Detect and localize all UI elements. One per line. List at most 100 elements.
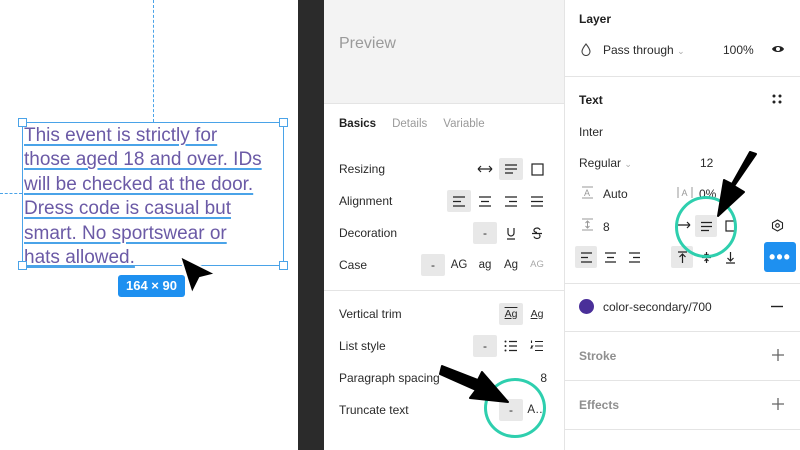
stroke-section-title: Stroke — [579, 349, 617, 363]
blend-mode-select[interactable]: Pass through ⌄ — [603, 43, 685, 57]
case-label: Case — [339, 258, 368, 272]
type-settings-icon[interactable] — [771, 219, 784, 232]
tab-details[interactable]: Details — [392, 118, 427, 130]
blend-mode-icon — [581, 43, 591, 56]
section-divider — [565, 283, 800, 284]
resizing-label: Resizing — [339, 162, 386, 176]
decoration-none-button[interactable]: - — [473, 222, 497, 244]
align-bottom-icon — [725, 251, 735, 264]
letter-spacing-icon: A — [677, 187, 693, 198]
bulleted-list-button[interactable] — [499, 335, 523, 357]
case-none-button[interactable]: - — [421, 254, 445, 276]
panel-divider — [298, 0, 324, 450]
opacity-value[interactable]: 100% — [723, 43, 754, 57]
paragraph-spacing-icon — [582, 218, 593, 231]
more-options-button[interactable]: ••• — [764, 242, 796, 272]
align-left-icon — [453, 195, 465, 207]
align-center-icon — [604, 251, 616, 263]
list-style-row: List style - — [339, 335, 549, 357]
line-height-icon: A — [582, 186, 593, 199]
align-right-button[interactable] — [623, 246, 645, 268]
case-row: Case - AG ag Ag AG — [339, 254, 549, 276]
preview-area: Preview — [324, 0, 564, 104]
selection-box[interactable] — [22, 122, 284, 266]
size-badge: 164 × 90 — [118, 275, 185, 297]
svg-text:A: A — [682, 188, 688, 198]
title-case-button[interactable]: Ag — [499, 254, 523, 276]
align-right-icon — [628, 251, 640, 263]
align-right-button[interactable] — [499, 190, 523, 212]
minus-icon[interactable] — [771, 305, 783, 308]
resize-handle-top-right[interactable] — [279, 118, 288, 127]
section-divider — [565, 429, 800, 430]
decoration-row: Decoration - — [339, 222, 549, 244]
paragraph-spacing-label: Paragraph spacing — [339, 371, 440, 385]
align-left-button[interactable] — [575, 246, 597, 268]
trim-standard-button[interactable]: Ag — [499, 303, 523, 325]
small-caps-button[interactable]: AG — [525, 254, 549, 276]
uppercase-button[interactable]: AG — [447, 254, 471, 276]
vertical-trim-label: Vertical trim — [339, 307, 402, 321]
align-justify-button[interactable] — [525, 190, 549, 212]
design-canvas[interactable]: This event is strictly for those aged 18… — [0, 0, 298, 450]
resize-handle-top-left[interactable] — [18, 118, 27, 127]
align-left-icon — [580, 251, 592, 263]
tab-basics[interactable]: Basics — [339, 118, 376, 130]
paragraph-spacing-value[interactable]: 8 — [540, 367, 547, 389]
fixed-size-button[interactable] — [525, 158, 549, 180]
auto-height-button[interactable] — [499, 158, 523, 180]
numbered-list-icon — [530, 340, 543, 352]
annotation-arrow-icon — [717, 151, 757, 217]
annotation-arrow-icon — [439, 365, 509, 403]
trim-cap-height-button[interactable]: Ag — [525, 303, 549, 325]
auto-height-icon — [505, 164, 517, 174]
font-weight-value: Regular — [579, 156, 622, 170]
section-divider — [324, 290, 564, 291]
underline-icon — [507, 227, 515, 240]
bulleted-list-icon — [504, 340, 517, 352]
resize-handle-bottom-left[interactable] — [18, 261, 27, 270]
effects-section-title: Effects — [579, 398, 620, 412]
alignment-row: Alignment — [339, 190, 549, 212]
add-effect-plus-icon[interactable] — [771, 397, 785, 411]
fixed-size-icon — [530, 162, 544, 176]
paragraph-spacing-input[interactable]: 8 — [603, 220, 610, 234]
strikethrough-icon — [532, 226, 542, 239]
blend-mode-value: Pass through — [603, 43, 674, 57]
add-stroke-plus-icon[interactable] — [771, 348, 785, 362]
color-swatch[interactable] — [579, 299, 594, 314]
vertical-guide-line — [153, 0, 154, 122]
settings-tabs: Basics Details Variable — [339, 118, 501, 130]
numbered-list-button[interactable] — [525, 335, 549, 357]
align-left-button[interactable] — [447, 190, 471, 212]
font-weight-select[interactable]: Regular ⌄ — [579, 156, 632, 170]
chevron-down-icon: ⌄ — [624, 159, 632, 169]
strikethrough-button[interactable] — [525, 222, 549, 244]
align-top-icon — [677, 250, 687, 263]
fill-style-name[interactable]: color-secondary/700 — [603, 300, 712, 314]
layer-section-title: Layer — [579, 12, 612, 26]
font-family-select[interactable]: Inter — [579, 125, 603, 139]
auto-width-button[interactable] — [473, 158, 497, 180]
line-height-input[interactable]: Auto — [603, 187, 628, 201]
chevron-down-icon: ⌄ — [677, 46, 685, 56]
lowercase-button[interactable]: ag — [473, 254, 497, 276]
vertical-trim-row: Vertical trim Ag Ag — [339, 303, 549, 325]
resize-handle-bottom-right[interactable] — [279, 261, 288, 270]
underline-button[interactable] — [499, 222, 523, 244]
text-section-title: Text — [579, 93, 603, 107]
grid-dots-icon[interactable] — [772, 94, 782, 104]
section-divider — [565, 76, 800, 77]
align-center-button[interactable] — [599, 246, 621, 268]
resizing-row: Resizing — [339, 158, 549, 180]
decoration-label: Decoration — [339, 226, 398, 240]
auto-width-icon — [477, 165, 493, 173]
list-none-button[interactable]: - — [473, 335, 497, 357]
align-center-button[interactable] — [473, 190, 497, 212]
tab-variable[interactable]: Variable — [443, 118, 484, 130]
section-divider — [565, 331, 800, 332]
mouse-cursor-icon — [179, 255, 217, 295]
list-style-label: List style — [339, 339, 386, 353]
eye-icon[interactable] — [771, 44, 785, 54]
truncate-text-label: Truncate text — [339, 403, 409, 417]
